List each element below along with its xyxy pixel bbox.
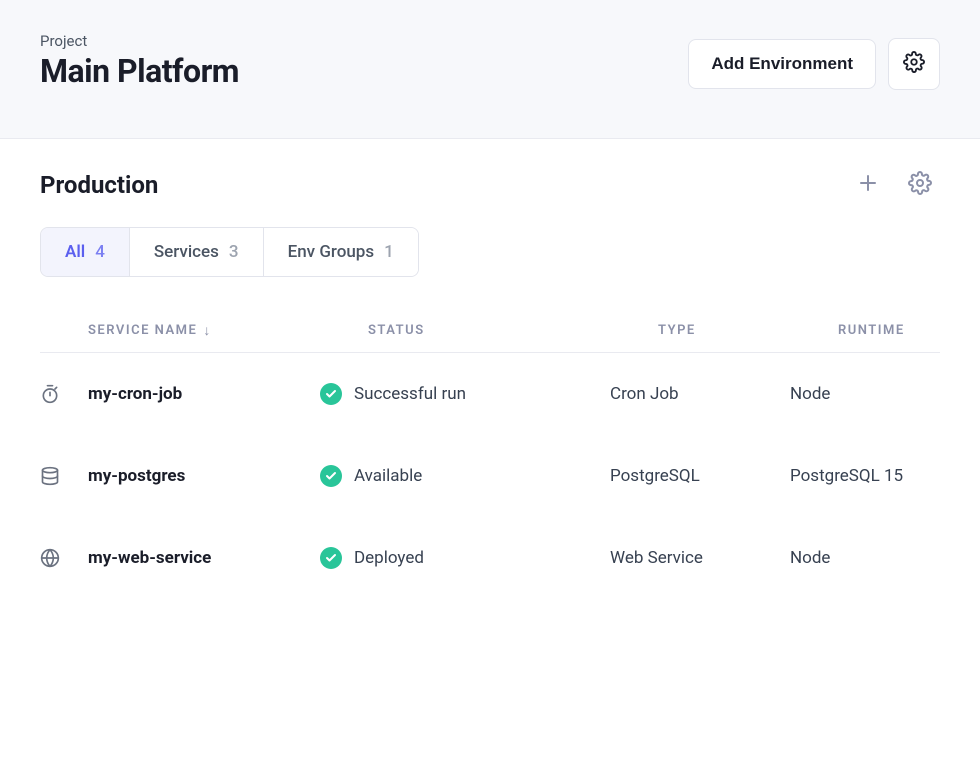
status-text: Deployed <box>354 548 424 568</box>
header-actions: Add Environment <box>688 38 940 90</box>
tab-count: 1 <box>384 242 394 262</box>
add-environment-button[interactable]: Add Environment <box>688 39 876 89</box>
service-type-icon <box>40 384 88 404</box>
project-label: Project <box>40 32 239 50</box>
table-row[interactable]: my-web-service Deployed Web Service Node <box>40 517 940 599</box>
service-name: my-cron-job <box>88 384 320 404</box>
status-check-icon <box>320 383 342 405</box>
tab-services[interactable]: Services 3 <box>130 228 264 276</box>
header-type[interactable]: TYPE <box>658 323 838 338</box>
service-status: Successful run <box>320 383 610 405</box>
service-type: Web Service <box>610 548 790 568</box>
service-status: Available <box>320 465 610 487</box>
table-header: SERVICE NAME ↓ STATUS TYPE RUNTIME <box>40 309 940 353</box>
service-type-icon <box>40 466 88 486</box>
service-runtime: Node <box>790 384 940 404</box>
service-status: Deployed <box>320 547 610 569</box>
service-type: Cron Job <box>610 384 790 404</box>
status-text: Successful run <box>354 384 466 404</box>
gear-icon[interactable] <box>908 171 932 199</box>
tab-all[interactable]: All 4 <box>41 228 130 276</box>
main-content: Production All 4 Services 3 Env Groups 1… <box>0 139 980 599</box>
status-text: Available <box>354 466 422 486</box>
service-type-icon <box>40 548 88 568</box>
plus-icon[interactable] <box>856 171 880 199</box>
page-header: Project Main Platform Add Environment <box>0 0 980 139</box>
environment-actions <box>856 171 940 199</box>
tab-label: Services <box>154 242 219 262</box>
table-row[interactable]: my-postgres Available PostgreSQL Postgre… <box>40 435 940 517</box>
tab-count: 4 <box>95 242 105 262</box>
tabs: All 4 Services 3 Env Groups 1 <box>40 227 419 277</box>
gear-icon <box>903 51 925 78</box>
header-service-name[interactable]: SERVICE NAME ↓ <box>88 323 368 338</box>
settings-button[interactable] <box>888 38 940 90</box>
tab-env-groups[interactable]: Env Groups 1 <box>264 228 418 276</box>
tab-count: 3 <box>229 242 239 262</box>
sort-arrow-icon: ↓ <box>203 324 212 338</box>
service-name: my-postgres <box>88 466 320 486</box>
project-title: Main Platform <box>40 52 239 90</box>
header-runtime[interactable]: RUNTIME <box>838 323 940 338</box>
status-check-icon <box>320 547 342 569</box>
tab-label: All <box>65 242 85 262</box>
service-runtime: PostgreSQL 15 <box>790 466 940 486</box>
status-check-icon <box>320 465 342 487</box>
table-row[interactable]: my-cron-job Successful run Cron Job Node <box>40 353 940 435</box>
service-name: my-web-service <box>88 548 320 568</box>
environment-title: Production <box>40 171 158 199</box>
header-status[interactable]: STATUS <box>368 323 658 338</box>
environment-header: Production <box>40 171 940 199</box>
service-runtime: Node <box>790 548 940 568</box>
header-left: Project Main Platform <box>40 32 239 90</box>
service-type: PostgreSQL <box>610 466 790 486</box>
tab-label: Env Groups <box>288 242 375 262</box>
